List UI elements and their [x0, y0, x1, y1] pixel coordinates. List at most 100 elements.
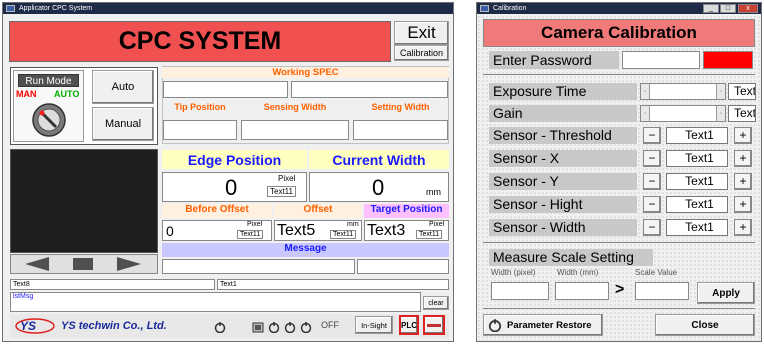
offset-display: Text5 mm Text11: [274, 220, 362, 241]
working-spec-field-2[interactable]: [291, 81, 448, 98]
edge-pixel-value: Text11: [267, 186, 296, 197]
close-label: Close: [691, 319, 719, 331]
current-width-display: 0 mm: [309, 172, 449, 202]
width-pixel-input[interactable]: [491, 282, 549, 300]
auto-button[interactable]: Auto: [92, 70, 154, 104]
gain-value[interactable]: Text: [728, 105, 756, 122]
insight-button[interactable]: In-Sight: [355, 316, 393, 334]
exposure-combo-right-arrow-icon[interactable]: ·: [716, 84, 725, 99]
sensor-x-value[interactable]: Text1: [666, 150, 728, 167]
target-position-label: Target Position: [370, 204, 443, 215]
scale-value-input[interactable]: [635, 282, 689, 300]
password-label-box: Enter Password: [489, 51, 619, 69]
status-gauge-icon-2: [268, 322, 280, 333]
section-divider-2: [483, 242, 755, 243]
parameter-restore-button[interactable]: Parameter Restore: [483, 314, 603, 336]
threshold-minus-button[interactable]: −: [643, 127, 661, 144]
left-arrow-icon[interactable]: [21, 256, 53, 272]
log-field-left[interactable]: Text8: [10, 279, 215, 290]
selector-knob-icon[interactable]: [31, 102, 67, 138]
gain-combo-right-arrow-icon[interactable]: ·: [716, 106, 725, 121]
calculate-arrow-button[interactable]: >: [615, 281, 624, 299]
target-pixel-value: Text11: [416, 230, 443, 239]
clear-label: clear: [428, 299, 444, 307]
sensor-y-value[interactable]: Text1: [666, 173, 728, 190]
exposure-time-label: Exposure Time: [489, 83, 637, 100]
message-field-1[interactable]: [162, 259, 355, 274]
sensor-threshold-value[interactable]: Text1: [666, 127, 728, 144]
gain-combo-left-arrow-icon[interactable]: ·: [641, 106, 650, 121]
password-input[interactable]: [622, 51, 700, 69]
company-logo-icon: YS: [15, 318, 55, 334]
exposure-time-value[interactable]: Text: [728, 83, 756, 100]
message-field-2[interactable]: [357, 259, 449, 274]
working-spec-label: Working SPEC: [162, 67, 449, 78]
setting-width-field[interactable]: [353, 120, 448, 140]
current-width-header: Current Width: [309, 150, 449, 169]
plc-button[interactable]: PLC: [399, 315, 419, 335]
tip-position-field[interactable]: [163, 120, 237, 140]
current-width-unit: mm: [426, 187, 441, 197]
close-button[interactable]: Close: [655, 314, 755, 336]
message-list[interactable]: lstMsg: [10, 292, 421, 312]
sensor-hight-minus-button[interactable]: −: [643, 196, 661, 213]
status-gauge-icon-3: [284, 322, 296, 333]
calibration-titlebar[interactable]: Calibration _ □ x: [477, 3, 761, 14]
calib-app-icon: [480, 5, 489, 12]
target-position-display: Text3 Pixel Text11: [364, 220, 449, 241]
calibration-window-title: Calibration: [493, 5, 527, 12]
manual-button[interactable]: Manual: [92, 107, 154, 141]
edge-pixel-label: Pixel: [278, 174, 296, 183]
minimize-button[interactable]: _: [703, 4, 719, 13]
main-titlebar[interactable]: Applicator CPC System: [3, 3, 453, 14]
log-field-right[interactable]: Text1: [217, 279, 449, 290]
stop-icon[interactable]: [70, 256, 96, 272]
width-mm-input[interactable]: [555, 282, 609, 300]
company-name: YS techwin Co., Ltd.: [61, 320, 167, 332]
sensor-width-plus-button[interactable]: +: [734, 219, 752, 236]
sensor-x-minus-button[interactable]: −: [643, 150, 661, 167]
sensor-width-minus-button[interactable]: −: [643, 219, 661, 236]
scale-value-label: Scale Value: [635, 268, 678, 277]
app-icon: [6, 5, 15, 12]
status-gauge-icon-1: [214, 322, 226, 333]
calibration-window: Calibration _ □ x Camera Calibration Ent…: [476, 2, 762, 342]
sensor-hight-plus-button[interactable]: +: [734, 196, 752, 213]
target-pixel-label: Pixel: [429, 221, 445, 228]
tip-position-label: Tip Position: [174, 102, 226, 112]
sensor-x-plus-button[interactable]: +: [734, 150, 752, 167]
sensing-width-field[interactable]: [241, 120, 349, 140]
status-indicator-button[interactable]: [423, 315, 445, 335]
offset-label: Offset: [303, 204, 333, 215]
calibration-button[interactable]: Calibration: [394, 45, 449, 61]
sensor-hight-value[interactable]: Text1: [666, 196, 728, 213]
exit-button[interactable]: Exit: [394, 21, 449, 45]
right-arrow-icon[interactable]: [113, 256, 145, 272]
measure-scale-label: Measure Scale Setting: [493, 249, 634, 265]
sensor-y-minus-button[interactable]: −: [643, 173, 661, 190]
offset-header: Offset: [274, 204, 362, 218]
gain-combo[interactable]: · ·: [640, 105, 726, 122]
sensor-y-plus-button[interactable]: +: [734, 173, 752, 190]
section-divider-1: [483, 74, 755, 75]
clear-button[interactable]: clear: [423, 296, 449, 310]
exposure-combo-left-arrow-icon[interactable]: ·: [641, 84, 650, 99]
apply-button[interactable]: Apply: [697, 282, 755, 304]
setting-width-label: Setting Width: [371, 102, 430, 112]
enter-password-label: Enter Password: [493, 52, 592, 68]
message-list-text: lstMsg: [13, 293, 34, 300]
sensor-y-label: Sensor - Y: [489, 173, 637, 190]
current-width-value: 0: [372, 175, 385, 200]
threshold-plus-button[interactable]: +: [734, 127, 752, 144]
close-window-button[interactable]: x: [738, 4, 758, 13]
edge-position-value: 0: [225, 175, 238, 200]
working-spec-field-1[interactable]: [163, 81, 288, 98]
section-divider-3: [483, 308, 755, 309]
log-right-text: Text1: [220, 281, 237, 288]
header-banner: CPC SYSTEM: [9, 21, 391, 62]
auto-mode-label: AUTO: [54, 89, 80, 99]
page-title: CPC SYSTEM: [118, 27, 282, 55]
exposure-time-combo[interactable]: · ·: [640, 83, 726, 100]
sensor-width-value[interactable]: Text1: [666, 219, 728, 236]
maximize-button[interactable]: □: [720, 4, 736, 13]
